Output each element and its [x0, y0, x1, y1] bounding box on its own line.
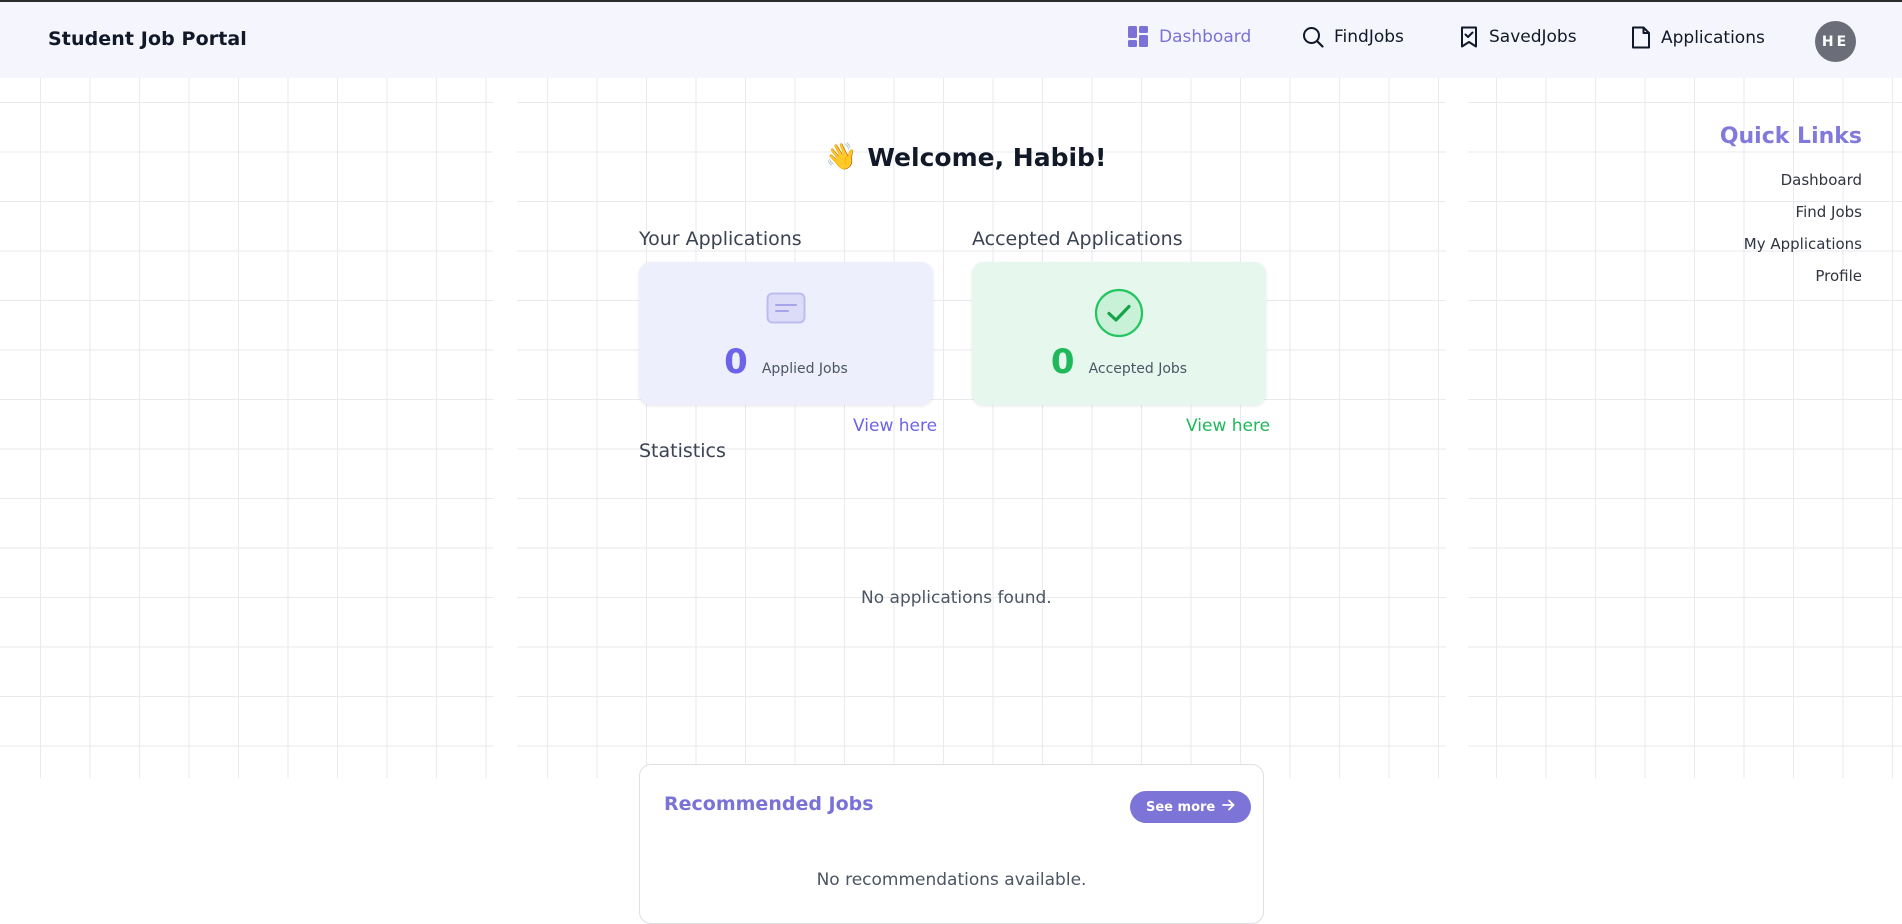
accepted-jobs-stat: 0 Accepted Jobs — [972, 342, 1266, 382]
applied-jobs-count: 0 — [724, 342, 748, 382]
card-icon — [766, 292, 806, 328]
welcome-heading: 👋 Welcome, Habib! — [825, 142, 1106, 172]
accepted-applications-label: Accepted Applications — [972, 228, 1183, 250]
statistics-label: Statistics — [639, 440, 726, 462]
quick-link-profile[interactable]: Profile — [1744, 266, 1862, 298]
quick-links-title: Quick Links — [1719, 124, 1862, 149]
quick-link-find-jobs[interactable]: Find Jobs — [1744, 202, 1862, 234]
nav-dashboard[interactable]: Dashboard — [1128, 26, 1251, 47]
applied-jobs-caption: Applied Jobs — [761, 361, 848, 377]
wave-emoji: 👋 — [825, 142, 858, 172]
quick-link-dashboard[interactable]: Dashboard — [1744, 170, 1862, 202]
nav-find-jobs[interactable]: FindJobs — [1302, 26, 1404, 48]
see-more-button[interactable]: See more — [1130, 791, 1252, 823]
app-title[interactable]: Student Job Portal — [48, 28, 247, 50]
recommended-jobs-card: Recommended Jobs See more No recommendat… — [639, 764, 1264, 924]
document-icon — [1631, 26, 1651, 49]
welcome-text: Welcome, Habib! — [867, 142, 1107, 172]
your-applications-label: Your Applications — [639, 228, 802, 250]
nav-applications[interactable]: Applications — [1631, 26, 1765, 49]
see-more-label: See more — [1146, 799, 1216, 815]
recommended-jobs-title: Recommended Jobs — [664, 793, 874, 815]
search-icon — [1302, 26, 1324, 48]
accepted-jobs-caption: Accepted Jobs — [1088, 361, 1188, 377]
nav-applications-label: Applications — [1661, 27, 1765, 48]
view-applied-link[interactable]: View here — [853, 416, 937, 436]
applied-jobs-stat: 0 Applied Jobs — [639, 342, 933, 382]
avatar[interactable]: HE — [1815, 21, 1856, 62]
quick-link-my-applications[interactable]: My Applications — [1744, 234, 1862, 266]
dashboard-icon — [1128, 26, 1149, 47]
bookmark-icon — [1459, 26, 1479, 48]
view-accepted-link[interactable]: View here — [1186, 416, 1270, 436]
check-circle-icon — [1094, 288, 1144, 342]
background-grid-center — [517, 78, 1446, 778]
arrow-right-icon — [1222, 799, 1235, 815]
accepted-jobs-count: 0 — [1050, 342, 1075, 382]
nav-dashboard-label: Dashboard — [1159, 26, 1252, 47]
no-applications-message: No applications found. — [861, 588, 1052, 608]
navbar: Student Job Portal Dashboard FindJobs Sa… — [0, 2, 1902, 78]
quick-links-list: Dashboard Find Jobs My Applications Prof… — [1744, 170, 1862, 298]
background-grid-left — [0, 78, 493, 778]
nav-saved-jobs[interactable]: SavedJobs — [1459, 26, 1577, 48]
no-recommendations-message: No recommendations available. — [816, 870, 1087, 890]
applied-jobs-card: 0 Applied Jobs — [639, 262, 933, 405]
nav-saved-jobs-label: SavedJobs — [1489, 27, 1577, 47]
accepted-jobs-card: 0 Accepted Jobs — [972, 262, 1266, 405]
nav-find-jobs-label: FindJobs — [1334, 27, 1404, 47]
